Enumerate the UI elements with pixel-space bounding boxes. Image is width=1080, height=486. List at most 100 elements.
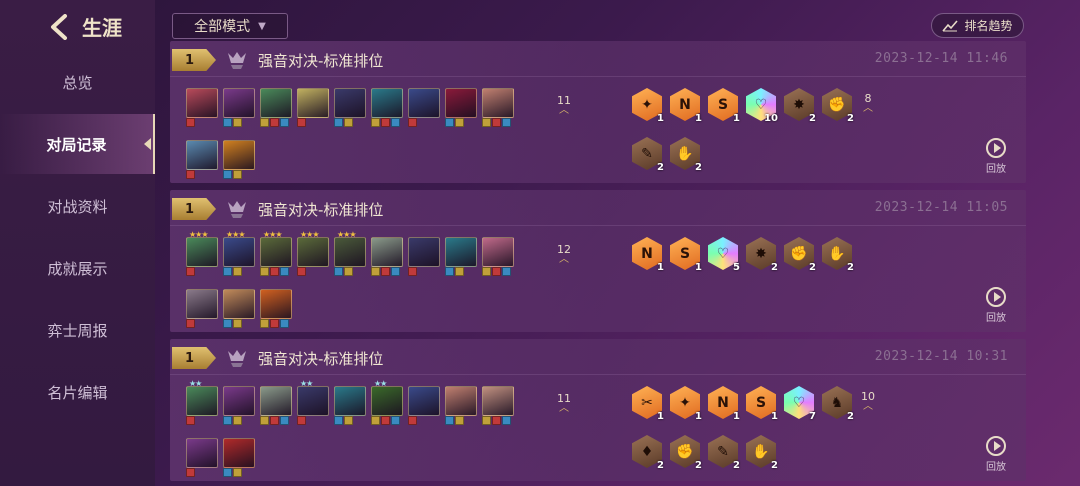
placement-badge: 1 [172, 198, 216, 220]
match-card[interactable]: 1 强音对决-标准排位 2023-12-14 11:46 11 ︿ ✦ 1 N 1 S 1 ♡ 10 ✸ 2… [170, 41, 1026, 183]
back-button[interactable]: 生涯 [48, 12, 122, 41]
champion-portrait[interactable] [260, 88, 292, 127]
rank-trend-button[interactable]: 排名趋势 [931, 13, 1024, 38]
champion-portrait[interactable] [186, 88, 218, 127]
champion-portrait[interactable] [334, 386, 366, 425]
chevron-down-icon: ▼ [258, 20, 266, 32]
player-level: 12 ︿ [554, 243, 574, 265]
trait-icon[interactable]: ✋ 2 [670, 137, 702, 173]
trait-icon[interactable]: ✋ 2 [746, 435, 778, 471]
trait-icon[interactable]: ✸ 2 [746, 237, 778, 273]
trait-icon[interactable]: S1 [746, 386, 778, 422]
champion-portrait[interactable] [445, 88, 477, 127]
item-icon [223, 118, 232, 127]
trait-icon[interactable]: ♞ 2 [822, 386, 854, 422]
champion-portrait[interactable] [371, 88, 403, 127]
champion-items [186, 468, 195, 477]
trait-icon[interactable]: ♡ 7 [784, 386, 816, 422]
champion-portrait[interactable] [223, 88, 255, 127]
champion-portrait[interactable]: ★★★ [186, 230, 218, 276]
trait-icon[interactable]: ✦ 1 [670, 386, 702, 422]
item-icon [280, 267, 289, 276]
champion-portrait[interactable] [223, 140, 255, 179]
trait-icon[interactable]: N1 [632, 237, 664, 273]
trait-icon[interactable]: ✸ 2 [784, 88, 816, 124]
champion-portrait[interactable]: ★★ [371, 379, 403, 425]
trait-icon[interactable]: ✦ 1 [632, 88, 664, 124]
player-level: 11 ︿ [554, 94, 574, 116]
champion-face [260, 289, 292, 319]
champion-portrait[interactable] [186, 289, 218, 328]
champion-portrait[interactable] [260, 289, 292, 328]
item-icon [455, 118, 464, 127]
champion-face [334, 386, 366, 416]
champion-items [260, 118, 289, 127]
champion-portrait[interactable]: ★★★ [260, 230, 292, 276]
item-icon [381, 118, 390, 127]
item-icon [270, 416, 279, 425]
champion-portrait[interactable] [445, 386, 477, 425]
champion-portrait[interactable] [371, 237, 403, 276]
champion-row: ★★★ ★★★ ★★★ ★★★ ★★★ [186, 230, 514, 276]
replay-button[interactable]: 回放 [984, 436, 1008, 473]
champion-portrait[interactable] [482, 386, 514, 425]
trait-icon[interactable]: ♡ 5 [708, 237, 740, 273]
trait-icon[interactable]: S1 [708, 88, 740, 124]
match-card[interactable]: 1 强音对决-标准排位 2023-12-14 11:05 ★★★ ★★★ ★★★ ★★★ ★★… [170, 190, 1026, 332]
champion-portrait[interactable] [482, 237, 514, 276]
trait-icon[interactable]: ✎ 2 [708, 435, 740, 471]
trait-icon[interactable]: S1 [670, 237, 702, 273]
champion-face [482, 88, 514, 118]
champion-portrait[interactable]: ★★ [297, 379, 329, 425]
champion-portrait[interactable] [297, 88, 329, 127]
champion-portrait[interactable]: ★★★ [223, 230, 255, 276]
champion-items [371, 118, 400, 127]
sidebar-item-achievements[interactable]: 成就展示 [0, 238, 155, 298]
champion-portrait[interactable] [334, 88, 366, 127]
match-card[interactable]: 1 强音对决-标准排位 2023-12-14 10:31 ★★ ★★ ★★ 11 ︿ ✂ 1 ✦ 1 N… [170, 339, 1026, 481]
champion-portrait[interactable]: ★★ [186, 379, 218, 425]
trait-icon[interactable]: ✎ 2 [632, 137, 664, 173]
champion-portrait[interactable] [223, 438, 255, 477]
trait-icon[interactable]: ✂ 1 [632, 386, 664, 422]
trait-icon[interactable]: ♦ 2 [632, 435, 664, 471]
champion-portrait[interactable] [482, 88, 514, 127]
item-icon [233, 170, 242, 179]
star-level: ★★★ [300, 230, 319, 239]
sidebar-item-card-edit[interactable]: 名片编辑 [0, 362, 155, 422]
champion-portrait[interactable]: ★★★ [297, 230, 329, 276]
trait-row: ✎ 2 ✋ 2 [632, 137, 702, 173]
champion-face [334, 237, 366, 267]
trait-icon[interactable]: ♡ 10 [746, 88, 778, 124]
trait-icon[interactable]: N1 [708, 386, 740, 422]
trait-icon[interactable]: ✋ 2 [822, 237, 854, 273]
trait-count: 2 [657, 460, 664, 471]
sidebar-item-match-history[interactable]: 对局记录 [0, 114, 155, 174]
trait-icon[interactable]: ✊ 2 [784, 237, 816, 273]
item-icon [334, 267, 343, 276]
trait-icon[interactable]: ✊ 2 [822, 88, 854, 124]
mode-select[interactable]: 全部模式 ▼ [172, 13, 288, 39]
champion-face [371, 386, 403, 416]
champion-face [297, 88, 329, 118]
replay-button[interactable]: 回放 [984, 138, 1008, 175]
trait-icon[interactable]: N1 [670, 88, 702, 124]
placement-badge: 1 [172, 49, 216, 71]
champion-portrait[interactable] [445, 237, 477, 276]
champion-face [408, 237, 440, 267]
champion-portrait[interactable] [408, 386, 440, 425]
champion-portrait[interactable] [408, 88, 440, 127]
champion-portrait[interactable] [223, 289, 255, 328]
champion-portrait[interactable] [186, 438, 218, 477]
sidebar-item-battle-data[interactable]: 对战资料 [0, 176, 155, 236]
sidebar-item-weekly-report[interactable]: 弈士周报 [0, 300, 155, 360]
trait-total: 8 ︿ [858, 92, 878, 114]
replay-button[interactable]: 回放 [984, 287, 1008, 324]
champion-portrait[interactable]: ★★★ [334, 230, 366, 276]
champion-portrait[interactable] [408, 237, 440, 276]
champion-portrait[interactable] [186, 140, 218, 179]
champion-portrait[interactable] [223, 386, 255, 425]
trait-icon[interactable]: ✊ 2 [670, 435, 702, 471]
sidebar-item-overview[interactable]: 总览 [0, 52, 155, 112]
champion-portrait[interactable] [260, 386, 292, 425]
